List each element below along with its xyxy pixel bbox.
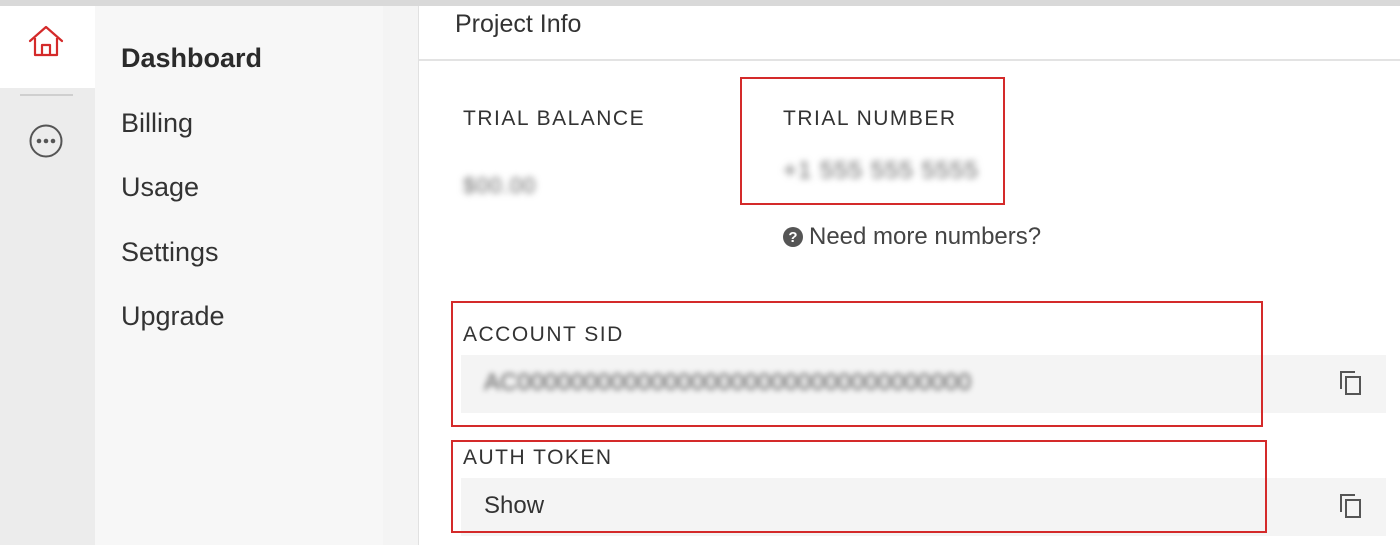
need-more-numbers-link[interactable]: ? Need more numbers?: [783, 223, 1041, 251]
sidebar-item-billing[interactable]: Billing: [121, 108, 193, 139]
home-icon: [28, 25, 64, 57]
question-icon: ?: [783, 227, 803, 247]
project-info-card: Project Info TRIAL BALANCE $00.00 TRIAL …: [418, 6, 1400, 545]
copy-account-sid-button[interactable]: [1338, 369, 1364, 397]
sidebar-item-usage[interactable]: Usage: [121, 172, 199, 203]
rail-home-button[interactable]: [0, 6, 95, 88]
auth-token-show-button[interactable]: Show: [484, 492, 544, 520]
more-icon: [29, 124, 63, 158]
card-header: Project Info: [419, 6, 1400, 61]
auth-token-label: AUTH TOKEN: [463, 446, 613, 469]
account-sid-value: AC0000000000000000000000000000000000: [484, 369, 972, 396]
copy-auth-token-button[interactable]: [1338, 492, 1364, 520]
rail-more-button[interactable]: [28, 123, 64, 164]
auth-token-field: Show: [461, 478, 1386, 536]
account-sid-label: ACCOUNT SID: [463, 323, 624, 346]
trial-balance-value: $00.00: [463, 173, 537, 198]
sidebar-nav: Dashboard Billing Usage Settings Upgrade: [95, 6, 383, 545]
trial-number-label: TRIAL NUMBER: [783, 107, 957, 130]
sidebar-item-dashboard[interactable]: Dashboard: [121, 43, 262, 74]
trial-number-value: +1 555 555 5555: [783, 157, 979, 184]
copy-icon: [1340, 494, 1361, 518]
trial-balance-label: TRIAL BALANCE: [463, 107, 646, 130]
page-title: Project Info: [455, 10, 582, 38]
icon-rail: [0, 6, 95, 545]
sidebar-item-settings[interactable]: Settings: [121, 237, 219, 268]
account-sid-field[interactable]: AC0000000000000000000000000000000000: [461, 355, 1386, 413]
need-more-numbers-text: Need more numbers?: [809, 223, 1042, 250]
rail-divider: [20, 94, 73, 96]
sidebar-item-upgrade[interactable]: Upgrade: [121, 301, 225, 332]
copy-icon: [1340, 371, 1361, 395]
